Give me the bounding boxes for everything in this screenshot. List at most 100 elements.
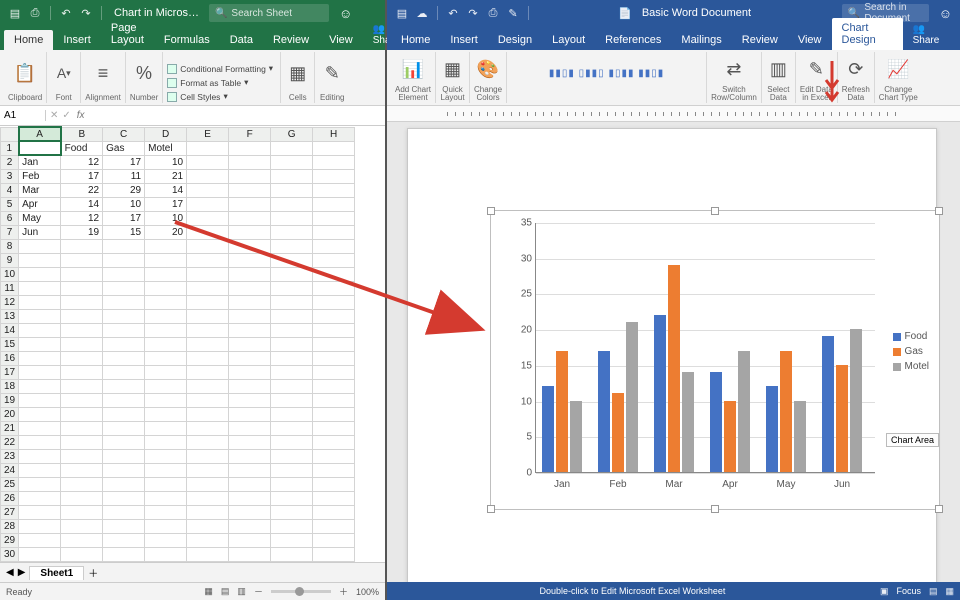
word-tab-review[interactable]: Review	[732, 30, 788, 50]
ribbon-cells[interactable]: ▦Cells	[281, 52, 315, 103]
view-print-icon[interactable]: ▤	[929, 586, 938, 597]
focus-mode-icon[interactable]: ▣	[880, 586, 889, 597]
ribbon-alignment[interactable]: ≡Alignment	[81, 52, 126, 103]
ribbon-switch-row-column[interactable]: ⇄SwitchRow/Column	[707, 52, 762, 103]
view-normal-icon[interactable]: ▦	[204, 586, 213, 597]
ribbon-select-data[interactable]: ▥SelectData	[762, 52, 796, 103]
redo-icon[interactable]: ↷	[79, 6, 93, 20]
excel-tab-view[interactable]: View	[319, 30, 363, 50]
sheet-tab-bar: ◀ ▶ Sheet1 ＋	[0, 562, 385, 582]
feedback-icon[interactable]: ☺	[339, 6, 352, 21]
excel-tab-insert[interactable]: Insert	[53, 30, 101, 50]
excel-tab-home[interactable]: Home	[4, 30, 53, 50]
excel-tab-page-layout[interactable]: Page Layout	[101, 18, 154, 50]
excel-tab-data[interactable]: Data	[220, 30, 263, 50]
bar-food-jun[interactable]	[822, 336, 834, 472]
customize-icon[interactable]: ✎	[506, 6, 520, 20]
chart-legend: FoodGasMotel	[893, 331, 929, 376]
word-tab-design[interactable]: Design	[488, 30, 542, 50]
bar-motel-feb[interactable]	[626, 322, 638, 472]
legend-motel: Motel	[893, 361, 929, 372]
bar-food-mar[interactable]	[654, 315, 666, 472]
ribbon-quick-layout[interactable]: ▦QuickLayout	[436, 52, 470, 103]
word-share[interactable]: 👥 Share	[903, 20, 956, 50]
ribbon-font[interactable]: A▾Font	[47, 52, 81, 103]
excel-grid[interactable]: ABCDEFGH1FoodGasMotel2Jan1217103Feb17112…	[0, 126, 385, 562]
ribbon-number[interactable]: %Number	[126, 52, 163, 103]
undo-icon[interactable]: ↶	[446, 6, 460, 20]
bar-gas-mar[interactable]	[668, 265, 680, 472]
ribbon-styles[interactable]: Conditional Formatting ▾ Format as Table…	[163, 52, 281, 103]
name-box[interactable]: A1	[0, 110, 46, 121]
bar-motel-mar[interactable]	[682, 372, 694, 472]
word-ribbon-tabs: HomeInsertDesignLayoutReferencesMailings…	[387, 26, 960, 50]
ribbon-clipboard[interactable]: 📋Clipboard	[4, 52, 47, 103]
zoom-value[interactable]: 100%	[356, 587, 379, 597]
zoom-in-icon[interactable]: ＋	[339, 585, 348, 598]
excel-statusbar: Ready ▦ ▤ ▥ － ＋ 100%	[0, 582, 385, 600]
search-icon: 🔍	[215, 8, 227, 19]
excel-search[interactable]: 🔍 Search Sheet	[209, 4, 329, 22]
bar-motel-jan[interactable]	[570, 401, 582, 472]
ribbon-refresh-data[interactable]: ⟳RefreshData	[838, 52, 875, 103]
word-ruler[interactable]	[387, 106, 960, 122]
legend-gas: Gas	[893, 346, 929, 357]
bar-motel-jun[interactable]	[850, 329, 862, 472]
word-tab-view[interactable]: View	[788, 30, 832, 50]
excel-tab-review[interactable]: Review	[263, 30, 319, 50]
add-sheet-button[interactable]: ＋	[88, 565, 98, 580]
bar-gas-apr[interactable]	[724, 401, 736, 472]
redo-icon[interactable]: ↷	[466, 6, 480, 20]
sheet-nav-prev[interactable]: ◀	[6, 567, 14, 578]
save-icon[interactable]: ▤	[8, 6, 22, 20]
formula-bar[interactable]: A1 ✕✓ fx	[0, 106, 385, 126]
chart-styles-gallery[interactable]: ▮▮▯▮ ▯▮▮▯ ▮▯▮▮ ▮▮▯▮	[507, 52, 707, 103]
word-tab-home[interactable]: Home	[391, 30, 440, 50]
word-tab-chart-design[interactable]: Chart Design	[832, 18, 903, 50]
word-ribbon: 📊Add ChartElement▦QuickLayout🎨ChangeColo…	[387, 50, 960, 106]
bar-gas-feb[interactable]	[612, 393, 624, 472]
bar-food-jan[interactable]	[542, 386, 554, 472]
word-statusbar: Double-click to Edit Microsoft Excel Wor…	[387, 582, 960, 600]
sheet-nav-next[interactable]: ▶	[18, 567, 26, 578]
bar-motel-apr[interactable]	[738, 351, 750, 472]
ribbon-change-colors[interactable]: 🎨ChangeColors	[470, 52, 507, 103]
ribbon-add-chart-element[interactable]: 📊Add ChartElement	[391, 52, 436, 103]
word-tab-mailings[interactable]: Mailings	[671, 30, 731, 50]
fx-icon[interactable]: fx	[71, 110, 91, 121]
zoom-out-icon[interactable]: －	[254, 585, 263, 598]
word-tab-layout[interactable]: Layout	[542, 30, 595, 50]
feedback-icon[interactable]: ☺	[939, 6, 952, 21]
ribbon-edit-data-in-excel[interactable]: ✎Edit Datain Excel	[796, 52, 838, 103]
focus-label[interactable]: Focus	[896, 586, 921, 596]
print-icon[interactable]: ⎙	[28, 6, 42, 20]
xlabel-jan: Jan	[534, 479, 590, 490]
bar-food-apr[interactable]	[710, 372, 722, 472]
view-pagelayout-icon[interactable]: ▤	[221, 586, 230, 597]
autosave-icon[interactable]: ☁	[415, 6, 429, 20]
print-icon[interactable]: ⎙	[486, 6, 500, 20]
word-tab-references[interactable]: References	[595, 30, 671, 50]
bar-food-may[interactable]	[766, 386, 778, 472]
ribbon-change-chart-type[interactable]: 📈ChangeChart Type	[875, 52, 922, 103]
excel-tab-formulas[interactable]: Formulas	[154, 30, 220, 50]
status-hint: Double-click to Edit Microsoft Excel Wor…	[540, 586, 726, 596]
sheet-tab[interactable]: Sheet1	[29, 566, 84, 580]
bar-motel-may[interactable]	[794, 401, 806, 472]
zoom-slider[interactable]	[271, 590, 331, 593]
word-tab-insert[interactable]: Insert	[440, 30, 488, 50]
ribbon-editing[interactable]: ✎Editing	[315, 52, 349, 103]
bar-gas-jan[interactable]	[556, 351, 568, 472]
view-web-icon[interactable]: ▦	[945, 586, 954, 597]
embedded-chart[interactable]: 05101520253035JanFebMarAprMayJun FoodGas…	[490, 210, 940, 510]
status-ready: Ready	[6, 587, 32, 597]
undo-icon[interactable]: ↶	[59, 6, 73, 20]
view-pagebreak-icon[interactable]: ▥	[237, 586, 246, 597]
bar-food-feb[interactable]	[598, 351, 610, 472]
save-icon[interactable]: ▤	[395, 6, 409, 20]
bar-gas-may[interactable]	[780, 351, 792, 472]
word-title: Basic Word Document	[642, 7, 751, 19]
bar-gas-jun[interactable]	[836, 365, 848, 472]
excel-titlebar: ▤ ⎙ ↶ ↷ Chart in Micros… 🔍 Search Sheet …	[0, 0, 385, 26]
search-icon: 🔍	[848, 8, 860, 19]
